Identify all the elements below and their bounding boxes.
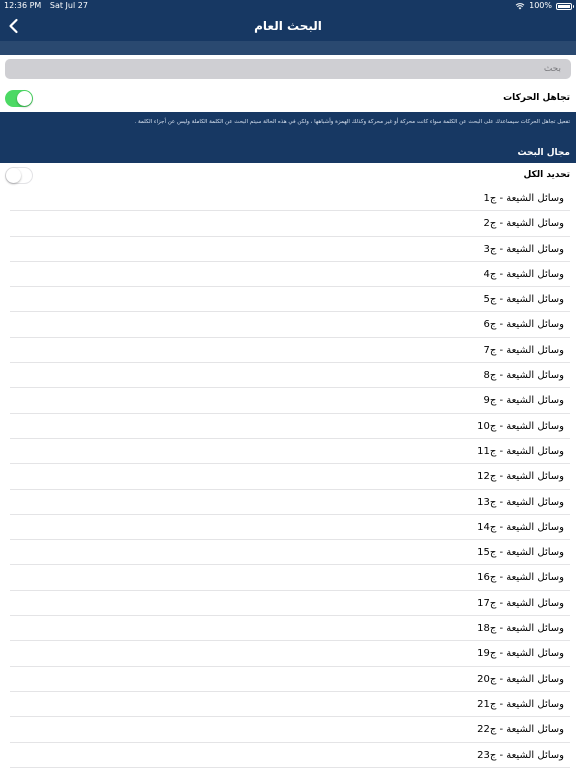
list-item[interactable]: وسائل الشيعة - ج4 [0,261,576,288]
list-item[interactable]: وسائل الشيعة - ج1 [0,186,576,212]
list-item-label: وسائل الشيعة - ج14 [477,521,564,533]
list-item[interactable]: وسائل الشيعة - ج14 [0,514,576,541]
list-item[interactable]: وسائل الشيعة - ج23 [0,742,576,768]
search-scope-header: تفعيل تجاهل الحركات سيساعدك على البحث عن… [0,112,576,163]
nav-bar: البحث العام [0,12,576,41]
list-item-label: وسائل الشيعة - ج15 [477,547,564,559]
list-item-label: وسائل الشيعة - ج20 [477,673,564,685]
list-item[interactable]: وسائل الشيعة - ج2 [0,211,576,237]
list-item-label: وسائل الشيعة - ج23 [477,749,564,761]
toggle-knob [17,91,32,106]
list-item-label: وسائل الشيعة - ج6 [483,319,564,331]
list-item-label: وسائل الشيعة - ج11 [477,445,564,457]
list-item[interactable]: وسائل الشيعة - ج3 [0,236,576,263]
list-item[interactable]: وسائل الشيعة - ج17 [0,590,576,617]
list-item-label: وسائل الشيعة - ج7 [483,344,564,356]
battery-percent: 100% [529,1,552,10]
list-item-label: وسائل الشيعة - ج17 [477,597,564,609]
page-title: البحث العام [254,19,322,33]
select-all-toggle[interactable] [5,167,33,184]
list-item-label: وسائل الشيعة - ج8 [483,370,564,382]
list-item-label: وسائل الشيعة - ج19 [477,648,564,660]
volume-list: وسائل الشيعة - ج1 وسائل الشيعة - ج2 وسائل … [0,186,576,768]
list-item-label: وسائل الشيعة - ج4 [483,268,564,280]
list-item-label: وسائل الشيعة - ج12 [477,471,564,483]
list-item[interactable]: وسائل الشيعة - ج10 [0,413,576,440]
status-left: 12:36 PM Sat Jul 27 [4,0,94,12]
list-item[interactable]: وسائل الشيعة - ج19 [0,641,576,667]
list-item[interactable]: وسائل الشيعة - ج8 [0,363,576,389]
status-date: Sat Jul 27 [49,1,88,10]
list-item[interactable]: وسائل الشيعة - ج22 [0,717,576,743]
ignore-diacritics-description: تفعيل تجاهل الحركات سيساعدك على البحث عن… [134,119,570,125]
list-item-label: وسائل الشيعة - ج16 [477,572,564,584]
search-input[interactable] [5,59,571,79]
list-item-label: وسائل الشيعة - ج9 [483,395,564,407]
list-item[interactable]: وسائل الشيعة - ج11 [0,438,576,465]
toggle-knob [6,168,21,183]
list-item-label: وسائل الشيعة - ج5 [483,294,564,306]
status-right: 100% [515,0,574,12]
wifi-icon [515,3,525,10]
list-item-label: وسائل الشيعة - ج22 [477,724,564,736]
status-time: 12:36 PM [4,1,42,10]
battery-fill [558,4,570,8]
ignore-diacritics-label: تجاهل الحركات [503,93,570,103]
search-bar [0,55,576,84]
list-item[interactable]: وسائل الشيعة - ج18 [0,616,576,642]
ignore-diacritics-row: تجاهل الحركات [0,84,576,112]
list-item-label: وسائل الشيعة - ج10 [477,420,564,432]
section-title: مجال البحث [517,148,570,158]
ignore-diacritics-toggle[interactable] [5,90,33,107]
status-bar: 12:36 PM Sat Jul 27 100% [0,0,576,12]
list-item[interactable]: وسائل الشيعة - ج9 [0,388,576,414]
list-item-label: وسائل الشيعة - ج21 [477,698,564,710]
select-all-row: تحديد الكل [0,163,576,186]
select-all-label: تحديد الكل [523,170,570,180]
list-item[interactable]: وسائل الشيعة - ج13 [0,489,576,516]
list-item[interactable]: وسائل الشيعة - ج16 [0,565,576,592]
header-divider [0,41,576,55]
list-item-label: وسائل الشيعة - ج18 [477,623,564,635]
list-item[interactable]: وسائل الشيعة - ج15 [0,540,576,566]
list-item[interactable]: وسائل الشيعة - ج7 [0,337,576,364]
list-item[interactable]: وسائل الشيعة - ج21 [0,691,576,718]
list-item-label: وسائل الشيعة - ج2 [483,218,564,230]
battery-icon [556,2,574,10]
list-item-label: وسائل الشيعة - ج3 [483,243,564,255]
list-item[interactable]: وسائل الشيعة - ج6 [0,312,576,339]
list-item[interactable]: وسائل الشيعة - ج12 [0,464,576,490]
list-item-label: وسائل الشيعة - ج13 [477,496,564,508]
list-item[interactable]: وسائل الشيعة - ج20 [0,666,576,693]
list-item[interactable]: وسائل الشيعة - ج5 [0,287,576,313]
list-item-label: وسائل الشيعة - ج1 [483,193,564,204]
